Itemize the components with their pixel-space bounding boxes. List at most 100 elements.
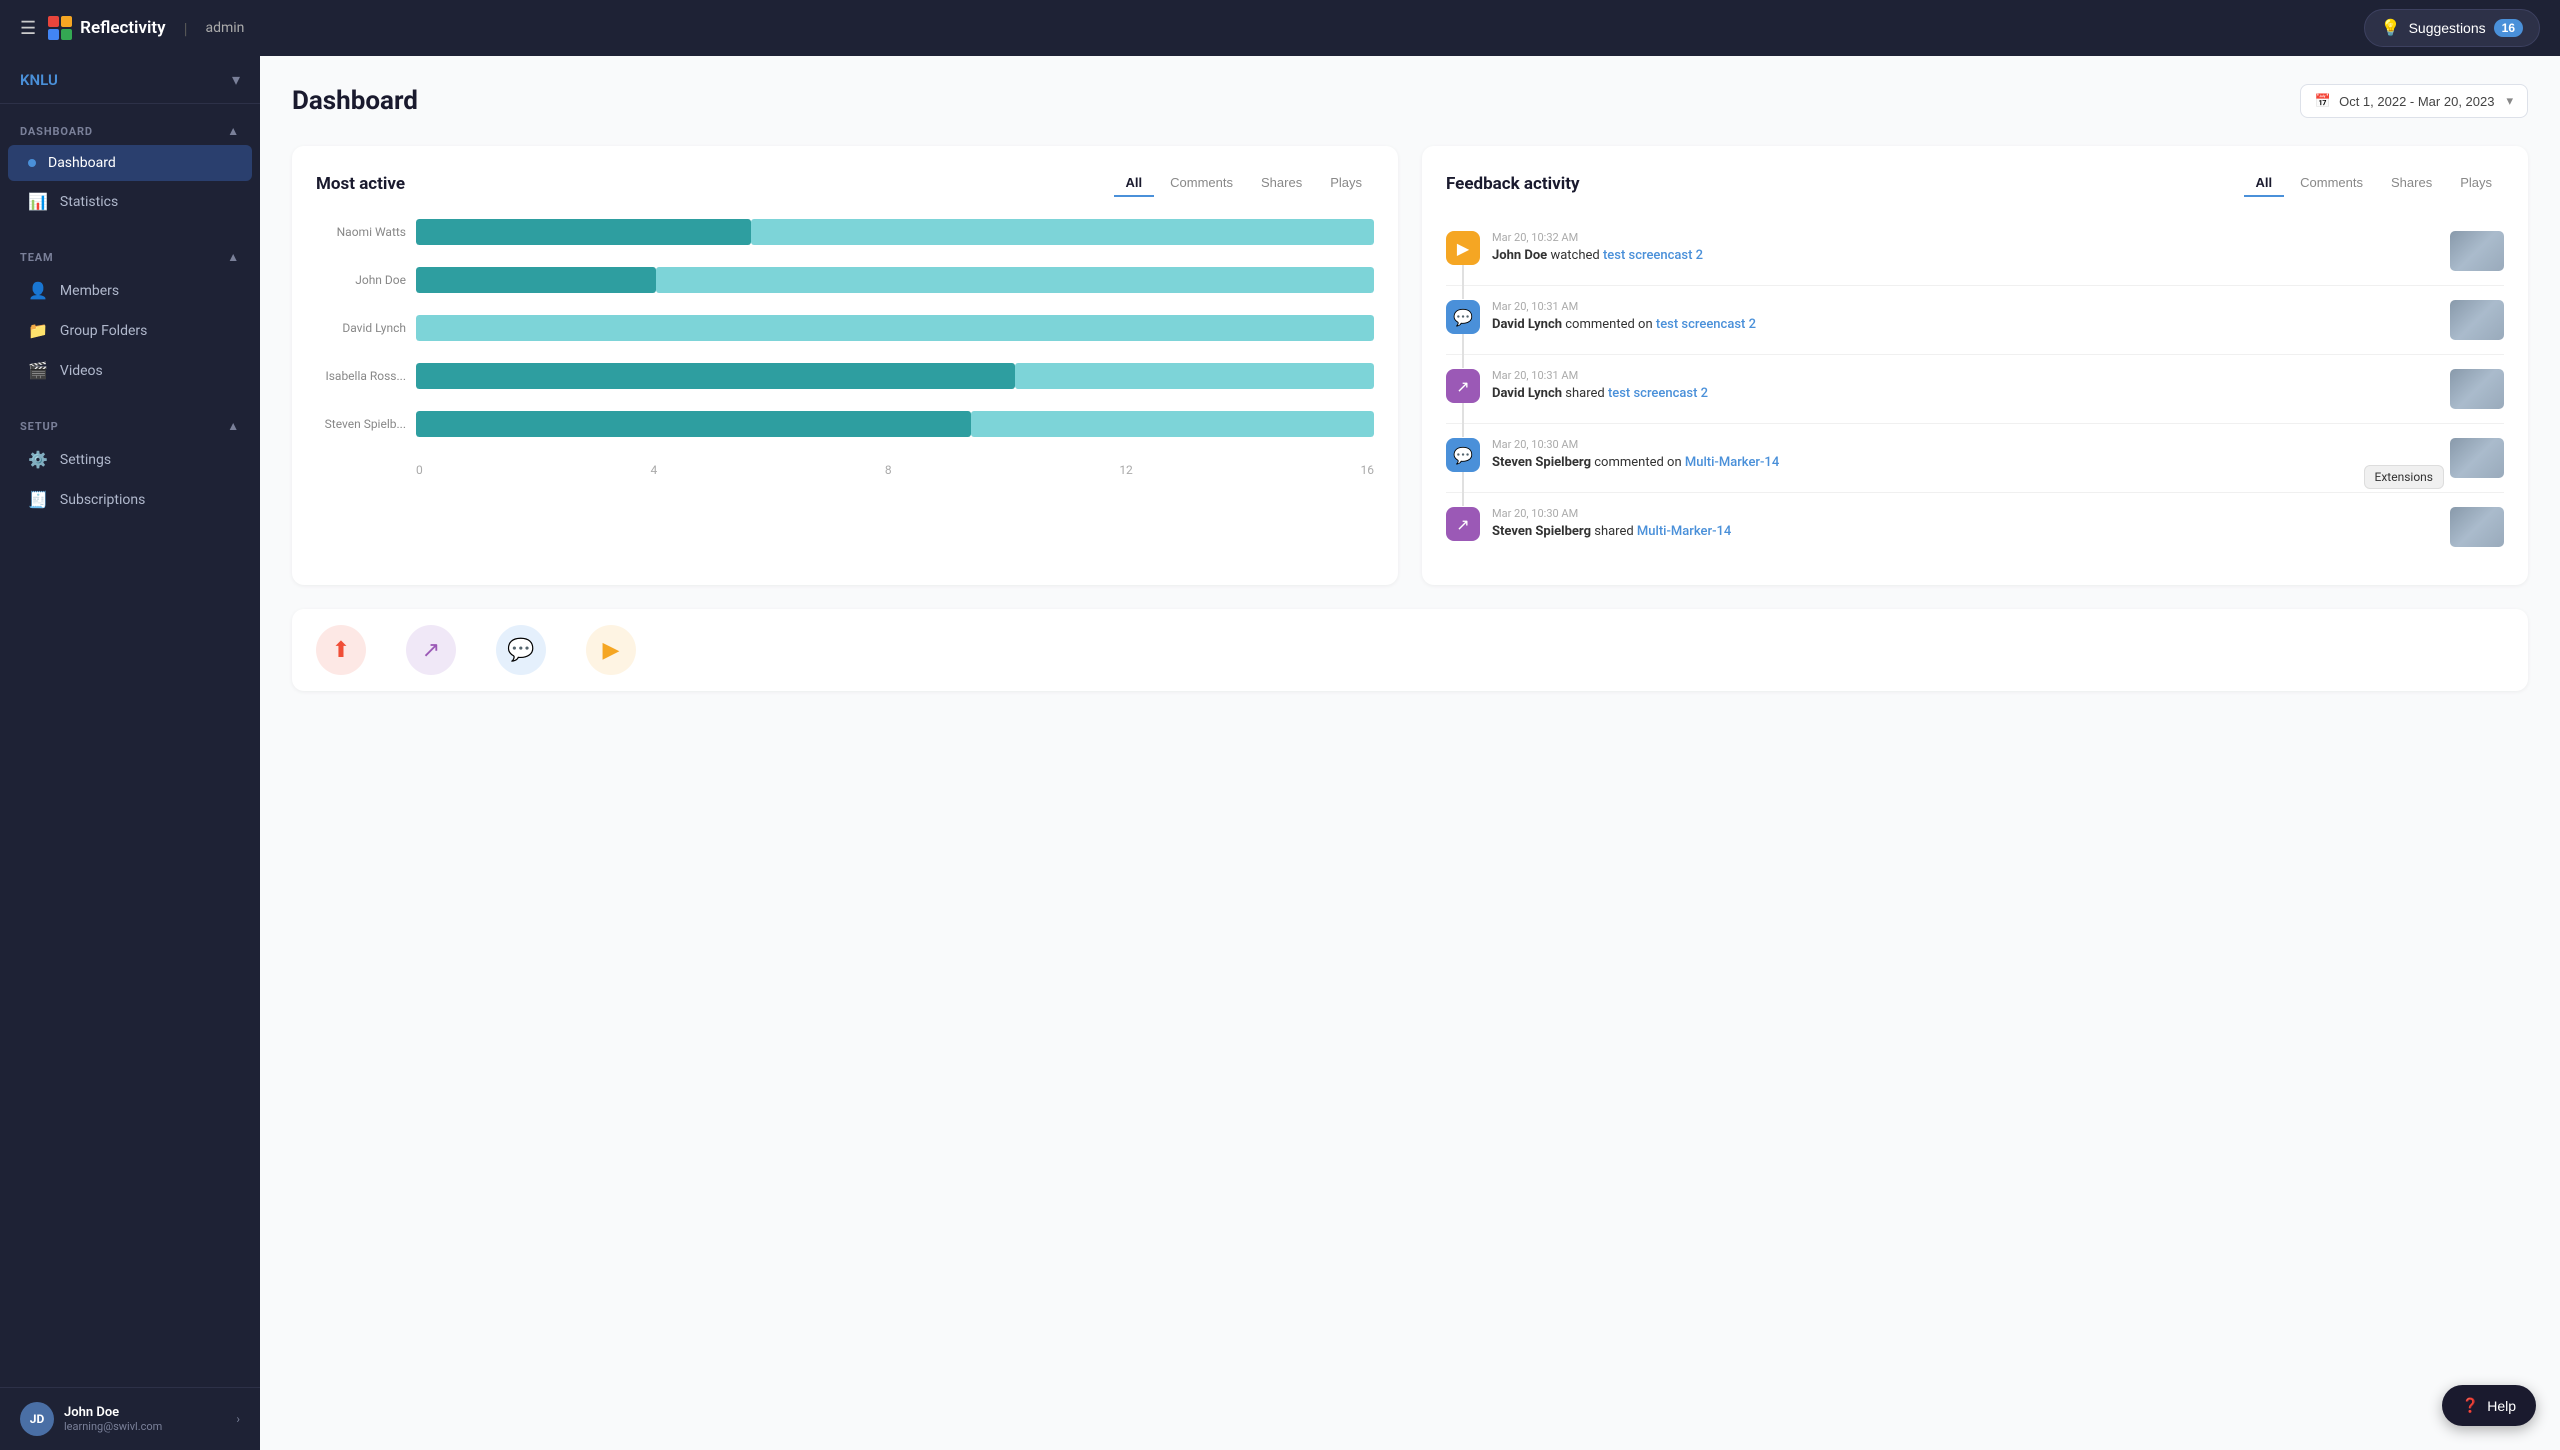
chart-bar-wrap xyxy=(416,217,1374,247)
sidebar-footer-user[interactable]: JD John Doe learning@swivl.com › xyxy=(0,1387,260,1450)
stat-icon-share: ↗ xyxy=(406,625,456,675)
feedback-time: Mar 20, 10:31 AM xyxy=(1492,300,2438,313)
bar-dark xyxy=(416,411,971,437)
chart-bar-label: Isabella Ross... xyxy=(316,369,406,383)
feedback-tab-comments[interactable]: Comments xyxy=(2288,170,2375,197)
top-navigation: ☰ Reflectivity | admin 💡 Suggestions 16 xyxy=(0,0,2560,56)
feedback-item: 💬 Mar 20, 10:31 AM David Lynch commented… xyxy=(1446,286,2504,355)
feedback-time: Mar 20, 10:31 AM xyxy=(1492,369,2438,382)
feedback-actor: David Lynch xyxy=(1492,386,1562,401)
date-range-picker[interactable]: 📅 Oct 1, 2022 - Mar 20, 2023 ▾ xyxy=(2300,84,2528,118)
chart-bar-bg xyxy=(416,313,1374,343)
feedback-time: Mar 20, 10:30 AM xyxy=(1492,507,2438,520)
dashboard-header: Dashboard 📅 Oct 1, 2022 - Mar 20, 2023 ▾ xyxy=(292,84,2528,118)
feedback-link[interactable]: Multi-Marker-14 xyxy=(1637,524,1731,539)
feedback-icon-comment: 💬 xyxy=(1446,300,1480,334)
sidebar-item-label: Subscriptions xyxy=(60,492,145,508)
stat-icon-comment: 💬 xyxy=(496,625,546,675)
suggestions-label: Suggestions xyxy=(2409,20,2486,36)
bar-light xyxy=(971,411,1374,437)
tab-shares[interactable]: Shares xyxy=(1249,170,1314,197)
feedback-icon-play: ▶ xyxy=(1446,231,1480,265)
feedback-tab-shares[interactable]: Shares xyxy=(2379,170,2444,197)
logo-sq-blue xyxy=(48,29,59,40)
feedback-link[interactable]: test screencast 2 xyxy=(1656,317,1756,332)
chart-bars: Naomi Watts John Doe xyxy=(316,217,1374,459)
feedback-content: Mar 20, 10:31 AM David Lynch shared test… xyxy=(1492,369,2438,401)
help-button[interactable]: ❓ Help xyxy=(2442,1385,2536,1426)
chart-x-axis: 0 4 8 12 16 xyxy=(316,463,1374,477)
feedback-action: commented on xyxy=(1594,455,1685,470)
org-selector[interactable]: KNLU ▾ xyxy=(0,56,260,104)
sidebar-item-label: Group Folders xyxy=(60,323,147,339)
sidebar-section-setup: SETUP ▲ ⚙️ Settings 🧾 Subscriptions xyxy=(0,399,260,528)
sidebar-item-settings[interactable]: ⚙️ Settings xyxy=(8,440,252,479)
chevron-down-icon: ▾ xyxy=(2506,93,2513,109)
sidebar-item-group-folders[interactable]: 📁 Group Folders xyxy=(8,311,252,350)
thumb-image xyxy=(2450,231,2504,271)
thumb-image xyxy=(2450,300,2504,340)
sidebar-item-members[interactable]: 👤 Members xyxy=(8,271,252,310)
chart-bar-bg xyxy=(416,265,1374,295)
feedback-link[interactable]: test screencast 2 xyxy=(1603,248,1703,263)
sidebar-section-header-setup[interactable]: SETUP ▲ xyxy=(0,407,260,439)
hamburger-menu[interactable]: ☰ xyxy=(20,18,36,39)
bar-dark xyxy=(416,219,751,245)
sidebar-item-label: Settings xyxy=(60,452,111,468)
bulb-icon: 💡 xyxy=(2381,18,2401,38)
nav-divider: | xyxy=(184,19,188,38)
bar-light xyxy=(751,219,1374,245)
feedback-link[interactable]: test screencast 2 xyxy=(1608,386,1708,401)
page-title: Dashboard xyxy=(292,86,418,116)
play-icon: ▶ xyxy=(603,638,620,663)
video-icon: 🎬 xyxy=(28,361,48,380)
feedback-item: ↗ Mar 20, 10:31 AM David Lynch shared te… xyxy=(1446,355,2504,424)
x-tick: 8 xyxy=(885,463,892,477)
bar-dark xyxy=(416,363,1015,389)
chart-bar-label: David Lynch xyxy=(316,321,406,335)
chart-bar-bg xyxy=(416,361,1374,391)
user-email: learning@swivl.com xyxy=(64,1420,162,1433)
help-label: Help xyxy=(2487,1398,2516,1414)
feedback-tab-plays[interactable]: Plays xyxy=(2448,170,2504,197)
sidebar-item-dashboard[interactable]: Dashboard xyxy=(8,145,252,181)
sidebar: KNLU ▾ DASHBOARD ▲ Dashboard 📊 Statistic… xyxy=(0,56,260,1450)
feedback-content: Mar 20, 10:31 AM David Lynch commented o… xyxy=(1492,300,2438,332)
feedback-thumbnail xyxy=(2450,300,2504,340)
bar-dark xyxy=(416,267,656,293)
feedback-thumbnail xyxy=(2450,231,2504,271)
chart-bar-wrap xyxy=(416,409,1374,439)
most-active-tabs: All Comments Shares Plays xyxy=(1114,170,1374,197)
feedback-action: watched xyxy=(1550,248,1603,263)
feedback-tab-all[interactable]: All xyxy=(2244,170,2285,197)
feedback-link[interactable]: Multi-Marker-14 xyxy=(1685,455,1779,470)
tab-plays[interactable]: Plays xyxy=(1318,170,1374,197)
thumb-image xyxy=(2450,438,2504,478)
sidebar-section-header-dashboard[interactable]: DASHBOARD ▲ xyxy=(0,112,260,144)
feedback-item: ▶ Mar 20, 10:32 AM John Doe watched test… xyxy=(1446,217,2504,286)
suggestions-button[interactable]: 💡 Suggestions 16 xyxy=(2364,9,2540,47)
user-info: John Doe learning@swivl.com xyxy=(64,1405,162,1433)
feedback-icon-comment: 💬 xyxy=(1446,438,1480,472)
sidebar-item-label: Statistics xyxy=(60,194,118,210)
chart-bar-bg xyxy=(416,409,1374,439)
sidebar-section-dashboard: DASHBOARD ▲ Dashboard 📊 Statistics xyxy=(0,104,260,230)
person-icon: 👤 xyxy=(28,281,48,300)
sidebar-item-statistics[interactable]: 📊 Statistics xyxy=(8,182,252,221)
sidebar-item-label: Members xyxy=(60,283,119,299)
logo-sq-red xyxy=(48,16,59,27)
main-content: Dashboard 📅 Oct 1, 2022 - Mar 20, 2023 ▾… xyxy=(260,56,2560,1450)
tab-comments[interactable]: Comments xyxy=(1158,170,1245,197)
chart-bar-label: Naomi Watts xyxy=(316,225,406,239)
brand-name: Reflectivity xyxy=(80,18,165,38)
sidebar-item-videos[interactable]: 🎬 Videos xyxy=(8,351,252,390)
cards-row: Most active All Comments Shares Plays Na… xyxy=(292,146,2528,585)
tab-all[interactable]: All xyxy=(1114,170,1155,197)
sidebar-item-subscriptions[interactable]: 🧾 Subscriptions xyxy=(8,480,252,519)
sidebar-section-header-team[interactable]: TEAM ▲ xyxy=(0,238,260,270)
bar-chart-icon: 📊 xyxy=(28,192,48,211)
feedback-title: Feedback activity xyxy=(1446,174,1580,194)
feedback-header: Feedback activity All Comments Shares Pl… xyxy=(1446,170,2504,197)
stats-strip: ⬆ ↗ 💬 ▶ xyxy=(292,609,2528,691)
app-layout: KNLU ▾ DASHBOARD ▲ Dashboard 📊 Statistic… xyxy=(0,56,2560,1450)
